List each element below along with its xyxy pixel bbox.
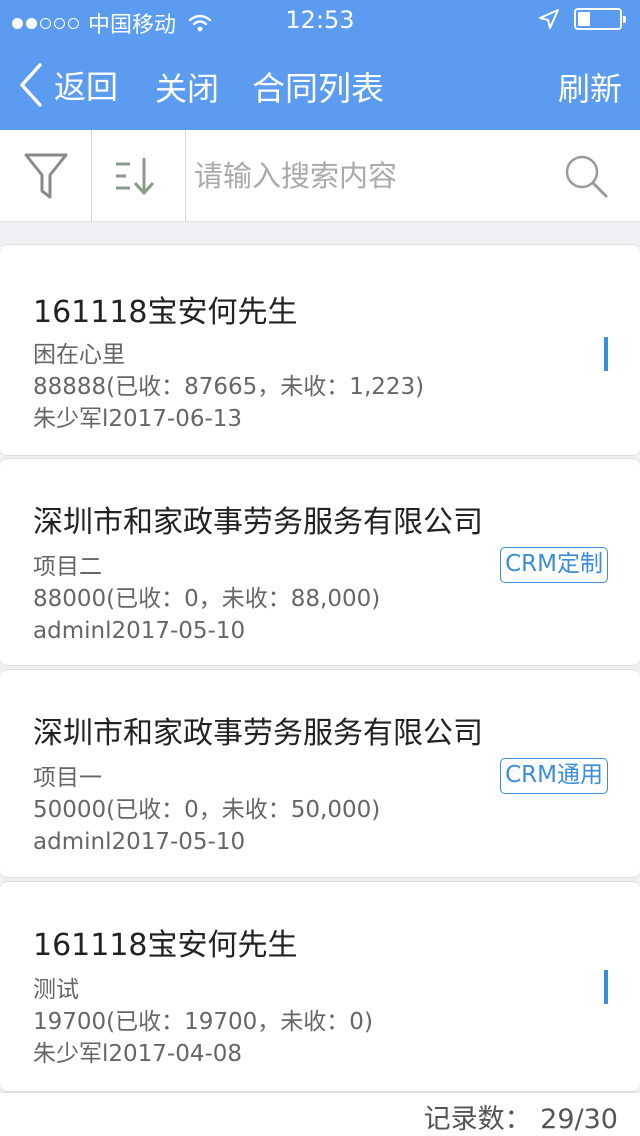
search-input[interactable] (194, 154, 554, 198)
battery-icon (574, 8, 626, 30)
contract-tag: CRM定制 (500, 547, 608, 583)
status-marker (604, 337, 608, 371)
contract-project: 困在心里 (33, 342, 125, 368)
record-count: 记录数： 29/30 (423, 1104, 618, 1135)
contract-card[interactable]: 161118宝安何先生 测试 19700(已收：19700，未收：0) 朱少军l… (0, 881, 640, 1092)
contract-title: 161118宝安何先生 (33, 928, 298, 963)
refresh-button[interactable]: 刷新 (558, 64, 622, 110)
battery-level (578, 12, 590, 26)
contract-project: 项目二 (33, 554, 102, 580)
contract-meta: 朱少军l2017-06-13 (33, 406, 243, 432)
contract-amount: 19700(已收：19700，未收：0) (33, 1009, 373, 1035)
status-bar: 中国移动 12:53 (0, 0, 640, 40)
contract-meta: adminl2017-05-10 (33, 829, 246, 855)
contract-amount: 88888(已收：87665，未收：1,223) (33, 374, 425, 400)
status-right (538, 8, 626, 30)
sort-descending-icon (115, 158, 154, 195)
contract-meta: 朱少军l2017-04-08 (33, 1041, 243, 1067)
contract-project: 项目一 (33, 765, 102, 791)
close-button[interactable]: 关闭 (155, 64, 219, 110)
contract-meta: adminl2017-05-10 (33, 618, 246, 644)
contract-amount: 50000(已收：0，未收：50,000) (33, 797, 381, 823)
contract-amount: 88000(已收：0，未收：88,000) (33, 586, 381, 612)
status-marker (604, 970, 608, 1004)
search-icon[interactable] (562, 152, 610, 200)
contract-title: 161118宝安何先生 (33, 295, 298, 330)
contract-title: 深圳市和家政事劳务服务有限公司 (33, 716, 483, 751)
contract-project: 测试 (33, 977, 79, 1003)
contract-title: 深圳市和家政事劳务服务有限公司 (33, 505, 483, 540)
chevron-left-icon (20, 63, 42, 107)
footer-bar: 记录数： 29/30 (0, 1092, 640, 1136)
location-arrow-icon (539, 9, 559, 29)
contract-card[interactable]: 深圳市和家政事劳务服务有限公司 项目二 88000(已收：0，未收：88,000… (0, 458, 640, 666)
contract-card[interactable]: 深圳市和家政事劳务服务有限公司 项目一 50000(已收：0，未收：50,000… (0, 669, 640, 878)
filter-funnel-icon (24, 153, 67, 199)
top-bar: 中国移动 12:53 返回 关闭 合同列表 刷新 (0, 0, 640, 130)
filter-button[interactable] (0, 130, 92, 222)
page-title: 合同列表 (252, 69, 384, 108)
contract-card[interactable]: 161118宝安何先生 困在心里 88888(已收：87665，未收：1,223… (0, 244, 640, 456)
back-button[interactable]: 返回 (18, 62, 118, 108)
sort-button[interactable] (92, 130, 186, 222)
contract-tag: CRM通用 (500, 758, 608, 794)
search-toolbar (0, 130, 640, 222)
nav-bar: 返回 关闭 合同列表 刷新 (0, 40, 640, 130)
back-label: 返回 (54, 68, 119, 106)
